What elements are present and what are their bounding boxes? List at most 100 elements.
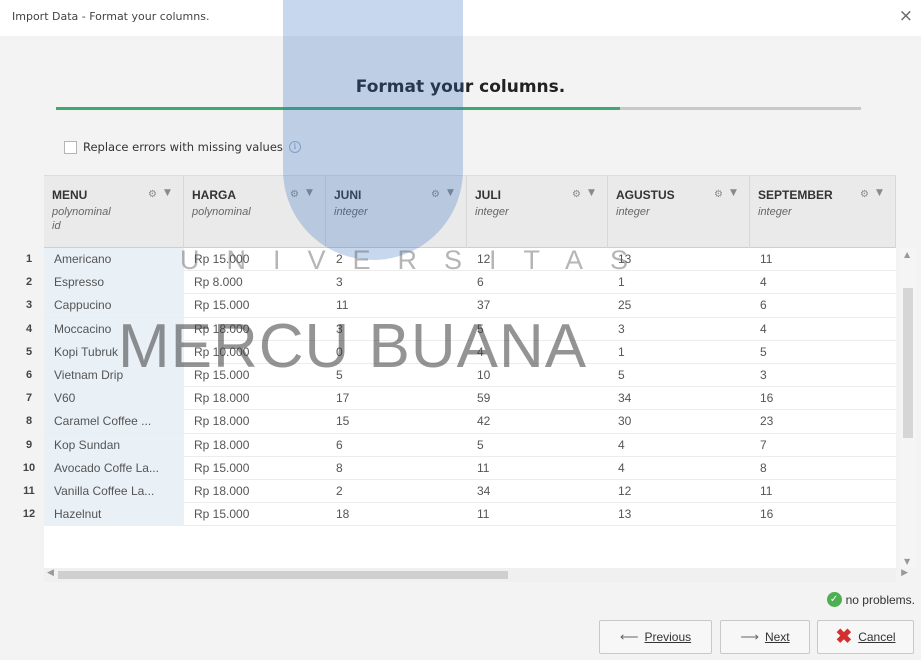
row-number: 9 [25, 438, 33, 451]
column-header[interactable]: AGUSTUS integer ⚙ ▼ [608, 176, 750, 248]
chevron-down-icon[interactable]: ▼ [876, 188, 883, 198]
title-bar: Import Data - Format your columns. × [0, 0, 921, 36]
column-name: JUNI [334, 188, 362, 202]
table-cell: Rp 18.000 [194, 391, 250, 406]
column-header[interactable]: JUNI integer ⚙ ▼ [326, 176, 467, 248]
chevron-down-icon[interactable]: ▼ [306, 188, 313, 198]
column-header[interactable]: SEPTEMBER integer ⚙ ▼ [750, 176, 896, 248]
table-row[interactable]: Vanilla Coffee La... Rp 18.000 2 34 12 11 [44, 480, 896, 504]
table-cell: 59 [477, 391, 491, 406]
next-button[interactable]: ⟶ Next [720, 620, 810, 654]
table-row[interactable]: Espresso Rp 8.000 3 6 1 4 [44, 271, 896, 295]
column-name: MENU [52, 188, 88, 202]
table-cell: Rp 15.000 [194, 252, 250, 266]
table-cell: 5 [760, 344, 767, 359]
gear-icon[interactable]: ⚙ [714, 189, 723, 200]
table-cell: 15 [336, 414, 350, 429]
row-number: 3 [25, 299, 33, 312]
table-cell: Caramel Coffee ... [44, 410, 184, 434]
table-cell: Rp 15.000 [194, 298, 250, 313]
table-row[interactable]: V60 Rp 18.000 17 59 34 16 [44, 387, 896, 411]
gear-icon[interactable]: ⚙ [290, 189, 299, 200]
gear-icon[interactable]: ⚙ [431, 189, 440, 200]
column-role: id [52, 220, 61, 232]
arrow-right-icon: ⟶ [740, 629, 759, 644]
gear-icon[interactable]: ⚙ [860, 189, 869, 200]
horizontal-scroll-thumb[interactable] [58, 571, 508, 579]
progress-fill [56, 107, 620, 110]
table-cell: Rp 8.000 [194, 275, 243, 290]
table-cell: 13 [618, 252, 632, 266]
table-cell: 5 [477, 321, 484, 336]
table-cell: 2 [336, 484, 343, 498]
column-type: polynominal [52, 206, 111, 218]
table-cell: 30 [618, 414, 632, 429]
row-number: 5 [25, 345, 33, 358]
table-cell: Avocado Coffe La... [44, 456, 184, 480]
table-row[interactable]: Kopi Tubruk Rp 10.000 0 4 1 5 [44, 340, 896, 364]
cancel-button[interactable]: ✖ Cancel [817, 620, 914, 654]
table-row[interactable]: Cappucino Rp 15.000 11 37 25 6 [44, 294, 896, 318]
column-header[interactable]: MENU polynominal id ⚙ ▼ [44, 176, 184, 248]
table-cell: 7 [760, 437, 767, 452]
table-row[interactable]: Kop Sundan Rp 18.000 6 5 4 7 [44, 433, 896, 457]
table-cell: 2 [336, 252, 343, 266]
table-cell: Cappucino [44, 294, 184, 318]
column-type: integer [334, 206, 368, 218]
table-row[interactable]: Hazelnut Rp 15.000 18 11 13 16 [44, 503, 896, 527]
chevron-down-icon[interactable]: ▼ [447, 188, 454, 198]
table-cell: 3 [760, 368, 767, 382]
horizontal-scrollbar[interactable]: ◀ ▶ [44, 568, 908, 582]
replace-errors-label[interactable]: Replace errors with missing values [83, 140, 283, 154]
cancel-x-icon: ✖ [835, 626, 853, 648]
gear-icon[interactable]: ⚙ [148, 189, 157, 200]
replace-errors-checkbox[interactable] [64, 140, 77, 154]
table-cell: 3 [618, 321, 625, 336]
table-cell: 12 [618, 484, 632, 498]
column-header[interactable]: JULI integer ⚙ ▼ [467, 176, 608, 248]
table-cell: Rp 18.000 [194, 437, 250, 452]
table-cell: 37 [477, 298, 491, 313]
table-cell: 34 [477, 484, 491, 498]
column-name: SEPTEMBER [758, 188, 833, 202]
scroll-down-icon[interactable]: ▼ [904, 557, 910, 566]
table-cell: 4 [760, 275, 767, 290]
table-cell: 6 [477, 275, 484, 290]
table-cell: 42 [477, 414, 491, 429]
chevron-down-icon[interactable]: ▼ [730, 188, 737, 198]
vertical-scroll-thumb[interactable] [903, 288, 913, 438]
close-icon[interactable]: × [899, 8, 913, 25]
row-number: 10 [22, 461, 36, 474]
table-row[interactable]: Avocado Coffe La... Rp 15.000 8 11 4 8 [44, 456, 896, 480]
row-number: 7 [25, 392, 33, 405]
window-title: Import Data - Format your columns. [12, 10, 210, 23]
row-number: 12 [22, 508, 36, 521]
table-cell: 0 [336, 344, 343, 359]
validation-status: ✓ no problems. [826, 592, 915, 607]
column-name: JULI [475, 188, 502, 202]
table-cell: 5 [336, 368, 343, 382]
chevron-down-icon[interactable]: ▼ [588, 188, 595, 198]
table-cell: 11 [760, 484, 773, 498]
info-icon[interactable]: i [288, 141, 301, 153]
scroll-up-icon[interactable]: ▲ [904, 250, 910, 259]
gear-icon[interactable]: ⚙ [572, 189, 581, 200]
page-heading: Format your columns. [355, 77, 566, 97]
table-cell: Espresso [44, 271, 184, 295]
table-row[interactable]: Caramel Coffee ... Rp 18.000 15 42 30 23 [44, 410, 896, 434]
table-row[interactable]: Americano Rp 15.000 2 12 13 11 [44, 248, 896, 272]
scroll-left-icon[interactable]: ◀ [47, 568, 54, 578]
table-cell: 1 [618, 275, 625, 290]
status-text: no problems. [845, 592, 915, 607]
column-type: polynominal [192, 206, 251, 218]
row-number: 8 [25, 415, 33, 428]
chevron-down-icon[interactable]: ▼ [164, 188, 171, 198]
table-cell: 4 [477, 344, 484, 359]
table-row[interactable]: Vietnam Drip Rp 15.000 5 10 5 3 [44, 364, 896, 388]
column-header[interactable]: HARGA polynominal ⚙ ▼ [184, 176, 326, 248]
table-row[interactable]: Moccacino Rp 18.000 3 5 3 4 [44, 317, 896, 341]
scroll-right-icon[interactable]: ▶ [901, 568, 908, 578]
vertical-scrollbar[interactable]: ▲ ▼ [900, 248, 916, 568]
table-cell: 16 [760, 391, 774, 406]
previous-button[interactable]: ⟵ Previous [599, 620, 712, 654]
